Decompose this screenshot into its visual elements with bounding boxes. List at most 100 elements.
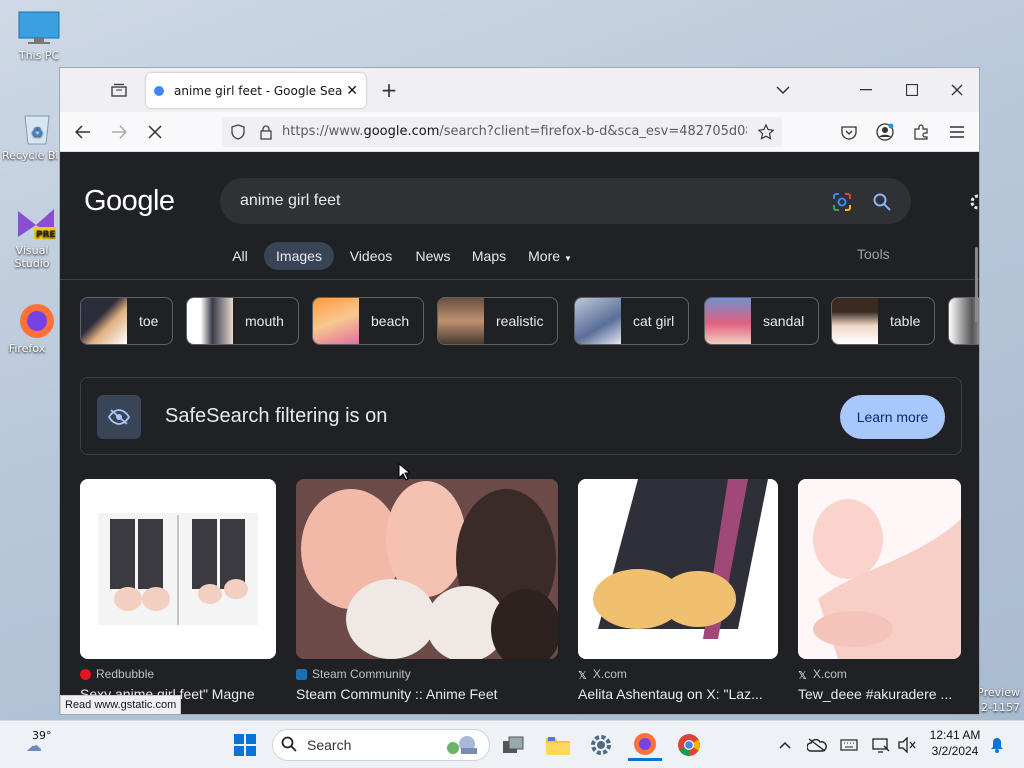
settings-gear-icon[interactable] xyxy=(966,192,979,212)
refine-chip-cat-girl[interactable]: cat girl xyxy=(574,297,690,345)
taskbar-firefox[interactable] xyxy=(628,729,662,761)
keyboard-icon[interactable] xyxy=(838,729,860,761)
forward-icon[interactable] xyxy=(108,122,130,142)
redbubble-favicon-icon xyxy=(80,668,91,680)
image-result[interactable]: 𝕏 X.com Tew_deee #akuradere ... xyxy=(798,479,961,702)
safesearch-card: SafeSearch filtering is on Learn more xyxy=(80,377,962,455)
image-result[interactable]: Redbubble Sexy anime girl feet" Magne xyxy=(80,479,276,702)
scrollbar[interactable] xyxy=(975,247,978,322)
close-tab-icon[interactable]: ✕ xyxy=(346,83,358,99)
tab-more[interactable]: More ▼ xyxy=(520,242,580,270)
result-title[interactable]: Steam Community :: Anime Feet xyxy=(296,686,558,702)
result-title[interactable]: Tew_deee #akuradere ... xyxy=(798,686,961,702)
chevron-down-icon[interactable] xyxy=(772,80,794,100)
eye-off-icon xyxy=(97,395,141,439)
refine-chip-beach[interactable]: beach xyxy=(312,297,425,345)
tab-images[interactable]: Images xyxy=(264,242,334,270)
desktop-icon-this-pc[interactable]: This PC xyxy=(4,10,74,62)
desktop-icon-label: Firefox xyxy=(8,342,46,355)
start-button[interactable] xyxy=(230,729,260,761)
minimize-icon[interactable] xyxy=(855,80,877,100)
back-icon[interactable] xyxy=(72,122,94,142)
weather-widget[interactable]: ☁ 39° xyxy=(14,729,54,761)
chip-thumbnail xyxy=(705,298,751,344)
tab-news[interactable]: News xyxy=(408,242,458,270)
svg-text:♻: ♻ xyxy=(31,125,44,141)
tab-bar: anime girl feet - Google Search ✕ + xyxy=(60,68,979,112)
result-source[interactable]: 𝕏 X.com xyxy=(798,667,961,682)
caret-down-icon: ▼ xyxy=(563,254,572,263)
notification-bell-icon[interactable] xyxy=(986,729,1008,761)
refine-chip-table[interactable]: table xyxy=(831,297,936,345)
search-box[interactable]: anime girl feet xyxy=(220,178,911,224)
settings-gear-icon[interactable] xyxy=(586,729,616,761)
refine-chip-realistic[interactable]: realistic xyxy=(437,297,559,345)
volume-muted-icon[interactable] xyxy=(896,729,918,761)
learn-more-button[interactable]: Learn more xyxy=(840,395,945,439)
result-thumbnail[interactable] xyxy=(80,479,276,659)
refine-chip-mouth[interactable]: mouth xyxy=(186,297,299,345)
google-logo[interactable]: Google xyxy=(84,185,175,218)
chevron-up-icon[interactable] xyxy=(774,729,796,761)
result-thumbnail[interactable] xyxy=(578,479,778,659)
recycle-bin-icon: ♻ xyxy=(16,110,58,146)
chip-thumbnail xyxy=(313,298,359,344)
image-result[interactable]: 𝕏 X.com Aelita Ashentaug on X: "Laz... xyxy=(578,479,778,702)
close-window-icon[interactable] xyxy=(946,80,968,100)
result-title[interactable]: Aelita Ashentaug on X: "Laz... xyxy=(578,686,778,702)
lock-icon[interactable] xyxy=(256,122,276,142)
result-source[interactable]: Redbubble xyxy=(80,667,276,681)
url-field[interactable]: https://www.google.com/search?client=fir… xyxy=(222,117,782,147)
chip-label: cat girl xyxy=(633,313,675,329)
file-explorer-icon[interactable] xyxy=(542,729,574,761)
search-icon[interactable] xyxy=(871,191,893,213)
google-lens-icon[interactable] xyxy=(831,191,853,213)
tab-maps[interactable]: Maps xyxy=(466,242,512,270)
page-content: Google anime girl feet All Images Videos… xyxy=(60,152,979,714)
firefox-icon xyxy=(16,303,58,339)
clock-time: 12:41 AM xyxy=(929,728,981,742)
task-view-icon[interactable] xyxy=(498,729,528,761)
tools-button[interactable]: Tools xyxy=(857,246,890,262)
url-prefix: https://www. xyxy=(282,124,364,139)
desktop-icon-label: This PC xyxy=(18,49,60,62)
result-source-name: X.com xyxy=(592,667,627,681)
account-icon[interactable] xyxy=(874,122,896,142)
url-domain: google.com xyxy=(363,124,440,139)
url-text[interactable]: https://www.google.com/search?client=fir… xyxy=(282,124,747,139)
navigation-toolbar: https://www.google.com/search?client=fir… xyxy=(60,112,979,152)
system-clock[interactable]: 12:41 AM 3/2/2024 xyxy=(922,727,988,759)
clock-date: 3/2/2024 xyxy=(931,744,979,758)
taskbar-search[interactable]: Search xyxy=(272,729,490,761)
result-source-name: Steam Community xyxy=(312,667,411,681)
mouse-cursor-icon xyxy=(398,462,412,485)
new-tab-icon[interactable]: + xyxy=(378,78,400,102)
bookmark-star-icon[interactable] xyxy=(756,122,776,142)
pocket-icon[interactable] xyxy=(838,122,860,142)
menu-hamburger-icon[interactable] xyxy=(946,122,968,142)
tab-active[interactable]: anime girl feet - Google Search ✕ xyxy=(146,73,366,108)
extensions-puzzle-icon[interactable] xyxy=(910,122,932,142)
tab-videos[interactable]: Videos xyxy=(342,242,400,270)
google-favicon-icon xyxy=(154,85,164,96)
refine-chip-sandal[interactable]: sandal xyxy=(704,297,820,345)
search-input[interactable]: anime girl feet xyxy=(240,192,341,210)
tab-all[interactable]: All xyxy=(220,242,260,270)
onedrive-icon[interactable] xyxy=(806,729,828,761)
chrome-icon[interactable] xyxy=(674,729,704,761)
result-thumbnail[interactable] xyxy=(296,479,558,659)
browser-window: anime girl feet - Google Search ✕ + xyxy=(59,67,980,715)
chip-label: toe xyxy=(139,313,159,329)
result-source[interactable]: 𝕏 X.com xyxy=(578,667,778,682)
refine-chip-toe[interactable]: toe xyxy=(80,297,174,345)
image-result[interactable]: Steam Community Steam Community :: Anime… xyxy=(296,479,558,702)
chip-label: sandal xyxy=(763,313,805,329)
monitor-icon xyxy=(18,10,60,46)
network-icon[interactable] xyxy=(870,729,892,761)
tracking-protection-shield-icon[interactable] xyxy=(228,122,248,142)
result-thumbnail[interactable] xyxy=(798,479,961,659)
maximize-icon[interactable] xyxy=(901,80,923,100)
result-source[interactable]: Steam Community xyxy=(296,667,558,681)
stop-loading-icon[interactable] xyxy=(144,122,166,142)
tab-groups-icon[interactable] xyxy=(108,80,130,100)
